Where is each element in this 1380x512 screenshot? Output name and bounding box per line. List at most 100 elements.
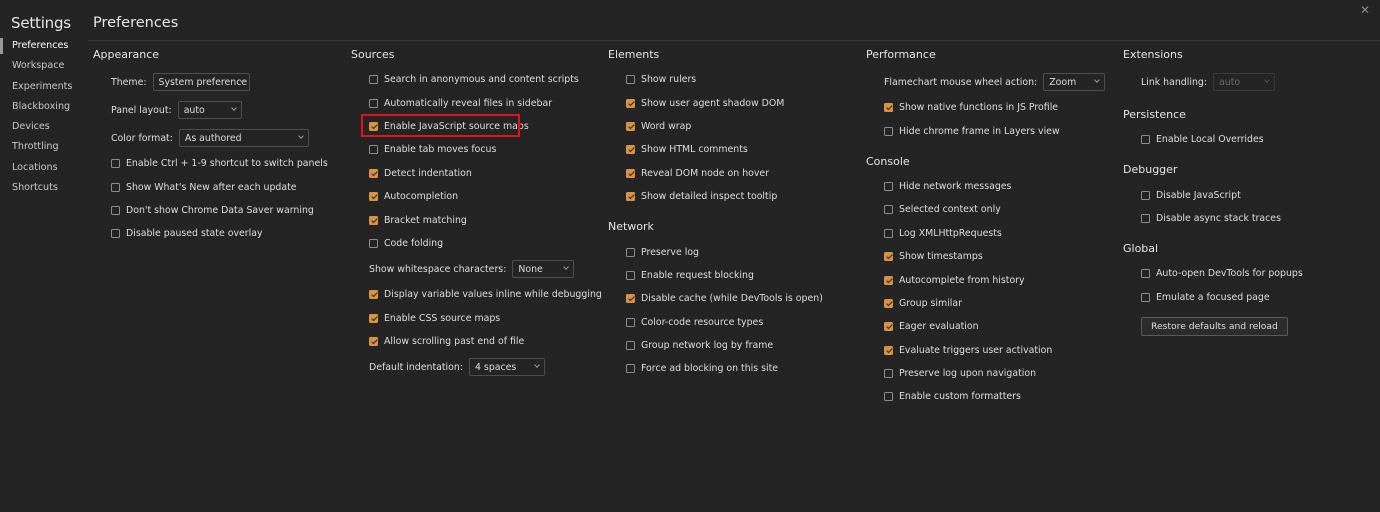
unchecked-checkbox-icon[interactable] <box>1141 190 1150 200</box>
unchecked-checkbox-icon[interactable] <box>626 364 635 374</box>
unchecked-checkbox-icon[interactable] <box>1141 292 1150 302</box>
unchecked-checkbox-icon[interactable] <box>1141 135 1150 145</box>
checked-checkbox-icon[interactable] <box>369 337 378 347</box>
setting-allow-scrolling-past-end-of-file[interactable]: Allow scrolling past end of file <box>351 330 601 353</box>
setting-force-ad-blocking-on-this-site[interactable]: Force ad blocking on this site <box>608 357 858 380</box>
sidebar-item-preferences[interactable]: Preferences <box>0 38 80 58</box>
checked-checkbox-icon[interactable] <box>626 145 635 155</box>
setting-word-wrap[interactable]: Word wrap <box>608 115 858 138</box>
setting-show-native-functions-in-js-profile[interactable]: Show native functions in JS Profile <box>866 96 1116 119</box>
unchecked-checkbox-icon[interactable] <box>1141 213 1150 223</box>
checked-checkbox-icon[interactable] <box>369 290 378 300</box>
setting-log-xmlhttprequests[interactable]: Log XMLHttpRequests <box>866 222 1116 245</box>
unchecked-checkbox-icon[interactable] <box>111 205 120 215</box>
setting-detect-indentation[interactable]: Detect indentation <box>351 162 601 185</box>
setting-evaluate-triggers-user-activation[interactable]: Evaluate triggers user activation <box>866 339 1116 362</box>
setting-show-rulers[interactable]: Show rulers <box>608 68 858 91</box>
setting-show-user-agent-shadow-dom[interactable]: Show user agent shadow DOM <box>608 91 858 114</box>
setting-enable-tab-moves-focus[interactable]: Enable tab moves focus <box>351 138 601 161</box>
unchecked-checkbox-icon[interactable] <box>626 75 635 85</box>
checked-checkbox-icon[interactable] <box>884 322 893 332</box>
setting-hide-network-messages[interactable]: Hide network messages <box>866 175 1116 198</box>
panel-layout-select[interactable]: auto <box>177 101 242 119</box>
setting-group-similar[interactable]: Group similar <box>866 292 1116 315</box>
unchecked-checkbox-icon[interactable] <box>369 238 378 248</box>
unchecked-checkbox-icon[interactable] <box>369 98 378 108</box>
setting-auto-open-devtools-for-popups[interactable]: Auto-open DevTools for popups <box>1123 262 1373 285</box>
setting-bracket-matching[interactable]: Bracket matching <box>351 208 601 231</box>
theme-select[interactable]: System preference <box>152 73 250 91</box>
setting-selected-context-only[interactable]: Selected context only <box>866 198 1116 221</box>
checked-checkbox-icon[interactable] <box>626 121 635 131</box>
checked-checkbox-icon[interactable] <box>626 192 635 202</box>
unchecked-checkbox-icon[interactable] <box>884 126 893 136</box>
setting-enable-local-overrides[interactable]: Enable Local Overrides <box>1123 128 1373 151</box>
setting-group-network-log-by-frame[interactable]: Group network log by frame <box>608 334 858 357</box>
setting-eager-evaluation[interactable]: Eager evaluation <box>866 315 1116 338</box>
close-icon[interactable]: ✕ <box>1360 4 1370 16</box>
setting-color-code-resource-types[interactable]: Color-code resource types <box>608 311 858 334</box>
setting-autocomplete-from-history[interactable]: Autocomplete from history <box>866 268 1116 291</box>
setting-show-timestamps[interactable]: Show timestamps <box>866 245 1116 268</box>
setting-enable-css-source-maps[interactable]: Enable CSS source maps <box>351 307 601 330</box>
setting-show-what-s-new-after-each-update[interactable]: Show What's New after each update <box>93 175 333 198</box>
unchecked-checkbox-icon[interactable] <box>626 247 635 257</box>
setting-autocompletion[interactable]: Autocompletion <box>351 185 601 208</box>
checked-checkbox-icon[interactable] <box>626 294 635 304</box>
unchecked-checkbox-icon[interactable] <box>884 228 893 238</box>
checked-checkbox-icon[interactable] <box>626 98 635 108</box>
unchecked-checkbox-icon[interactable] <box>884 205 893 215</box>
default-indentation-select[interactable]: 4 spaces <box>468 358 545 377</box>
setting-disable-async-stack-traces[interactable]: Disable async stack traces <box>1123 207 1373 230</box>
unchecked-checkbox-icon[interactable] <box>884 181 893 191</box>
checked-checkbox-icon[interactable] <box>369 215 378 225</box>
setting-automatically-reveal-files-in-sidebar[interactable]: Automatically reveal files in sidebar <box>351 91 601 114</box>
color-format-select[interactable]: As authored <box>178 129 309 147</box>
flamechart-mouse-wheel-action-select[interactable]: Zoom <box>1043 73 1106 91</box>
checked-checkbox-icon[interactable] <box>884 345 893 355</box>
sidebar-item-devices[interactable]: Devices <box>0 119 80 139</box>
setting-show-detailed-inspect-tooltip[interactable]: Show detailed inspect tooltip <box>608 185 858 208</box>
unchecked-checkbox-icon[interactable] <box>626 317 635 327</box>
unchecked-checkbox-icon[interactable] <box>626 270 635 280</box>
checked-checkbox-icon[interactable] <box>369 121 378 131</box>
sidebar-item-experiments[interactable]: Experiments <box>0 79 80 99</box>
setting-enable-javascript-source-maps[interactable]: Enable JavaScript source maps <box>351 115 601 138</box>
setting-show-html-comments[interactable]: Show HTML comments <box>608 138 858 161</box>
setting-display-variable-values-inline-while-debugging[interactable]: Display variable values inline while deb… <box>351 283 602 306</box>
sidebar-item-throttling[interactable]: Throttling <box>0 139 80 159</box>
setting-preserve-log-upon-navigation[interactable]: Preserve log upon navigation <box>866 362 1116 385</box>
sidebar-item-workspace[interactable]: Workspace <box>0 58 80 78</box>
unchecked-checkbox-icon[interactable] <box>369 145 378 155</box>
restore-defaults-button[interactable]: Restore defaults and reload <box>1141 316 1288 336</box>
sidebar-item-blackboxing[interactable]: Blackboxing <box>0 99 80 119</box>
setting-enable-request-blocking[interactable]: Enable request blocking <box>608 264 858 287</box>
unchecked-checkbox-icon[interactable] <box>884 392 893 402</box>
setting-disable-javascript[interactable]: Disable JavaScript <box>1123 183 1373 206</box>
setting-preserve-log[interactable]: Preserve log <box>608 240 858 263</box>
checked-checkbox-icon[interactable] <box>884 103 893 113</box>
unchecked-checkbox-icon[interactable] <box>111 229 120 239</box>
sidebar-item-shortcuts[interactable]: Shortcuts <box>0 180 80 200</box>
setting-disable-paused-state-overlay[interactable]: Disable paused state overlay <box>93 222 333 245</box>
setting-hide-chrome-frame-in-layers-view[interactable]: Hide chrome frame in Layers view <box>866 119 1116 142</box>
unchecked-checkbox-icon[interactable] <box>1141 269 1150 279</box>
show-whitespace-characters-select[interactable]: None <box>512 260 575 279</box>
unchecked-checkbox-icon[interactable] <box>369 75 378 85</box>
checked-checkbox-icon[interactable] <box>369 313 378 323</box>
setting-enable-custom-formatters[interactable]: Enable custom formatters <box>866 385 1116 408</box>
setting-disable-cache-while-devtools-is-open[interactable]: Disable cache (while DevTools is open) <box>608 287 858 310</box>
setting-enable-ctrl-1-9-shortcut-to-switch-panels[interactable]: Enable Ctrl + 1-9 shortcut to switch pan… <box>93 152 333 175</box>
setting-reveal-dom-node-on-hover[interactable]: Reveal DOM node on hover <box>608 162 858 185</box>
setting-code-folding[interactable]: Code folding <box>351 232 601 255</box>
checked-checkbox-icon[interactable] <box>884 298 893 308</box>
checked-checkbox-icon[interactable] <box>369 192 378 202</box>
unchecked-checkbox-icon[interactable] <box>111 182 120 192</box>
checked-checkbox-icon[interactable] <box>884 275 893 285</box>
checked-checkbox-icon[interactable] <box>626 168 635 178</box>
setting-don-t-show-chrome-data-saver-warning[interactable]: Don't show Chrome Data Saver warning <box>93 199 333 222</box>
unchecked-checkbox-icon[interactable] <box>884 369 893 379</box>
unchecked-checkbox-icon[interactable] <box>111 159 120 169</box>
checked-checkbox-icon[interactable] <box>369 168 378 178</box>
unchecked-checkbox-icon[interactable] <box>626 341 635 351</box>
